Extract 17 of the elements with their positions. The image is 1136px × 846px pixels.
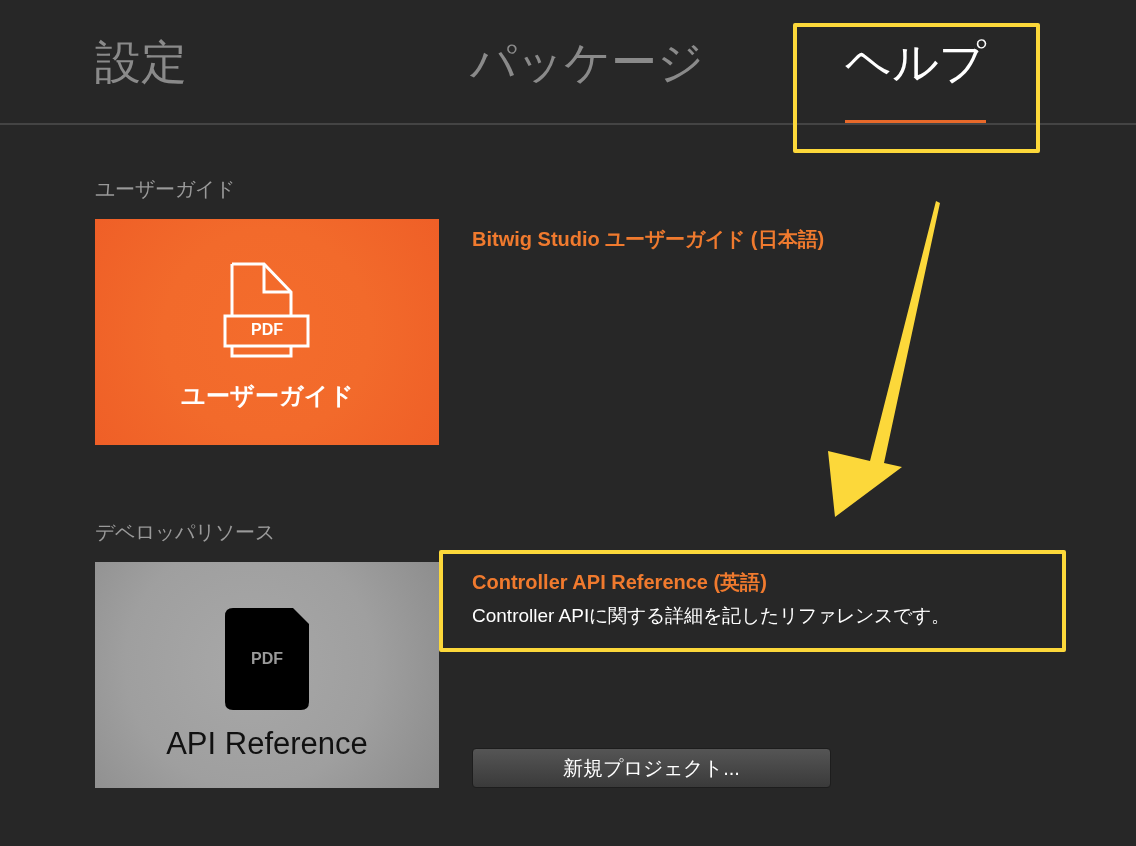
new-project-button[interactable]: 新規プロジェクト... [472,748,831,788]
guide-thumbnail[interactable]: PDF API Reference [95,562,439,788]
pdf-label: PDF [250,649,284,669]
link-description: Controller APIに関する詳細を記したリファレンスです。 [472,604,951,628]
section-heading: デベロッパリソース [95,520,276,544]
document-icon [223,262,311,358]
pdf-label: PDF [250,320,284,340]
tab[interactable]: ヘルプ [845,0,986,123]
document-link[interactable]: Controller API Reference (英語) [472,571,767,593]
document-icon [225,608,309,710]
tab[interactable]: パッケージ [470,0,704,90]
section-heading: ユーザーガイド [95,177,236,201]
document-link[interactable]: Bitwig Studio ユーザーガイド (日本語) [472,228,825,250]
thumbnail-caption: ユーザーガイド [180,381,354,411]
tab[interactable]: 設定 [95,0,187,90]
guide-thumbnail[interactable]: PDF ユーザーガイド [95,219,439,445]
thumbnail-caption: API Reference [166,726,368,762]
